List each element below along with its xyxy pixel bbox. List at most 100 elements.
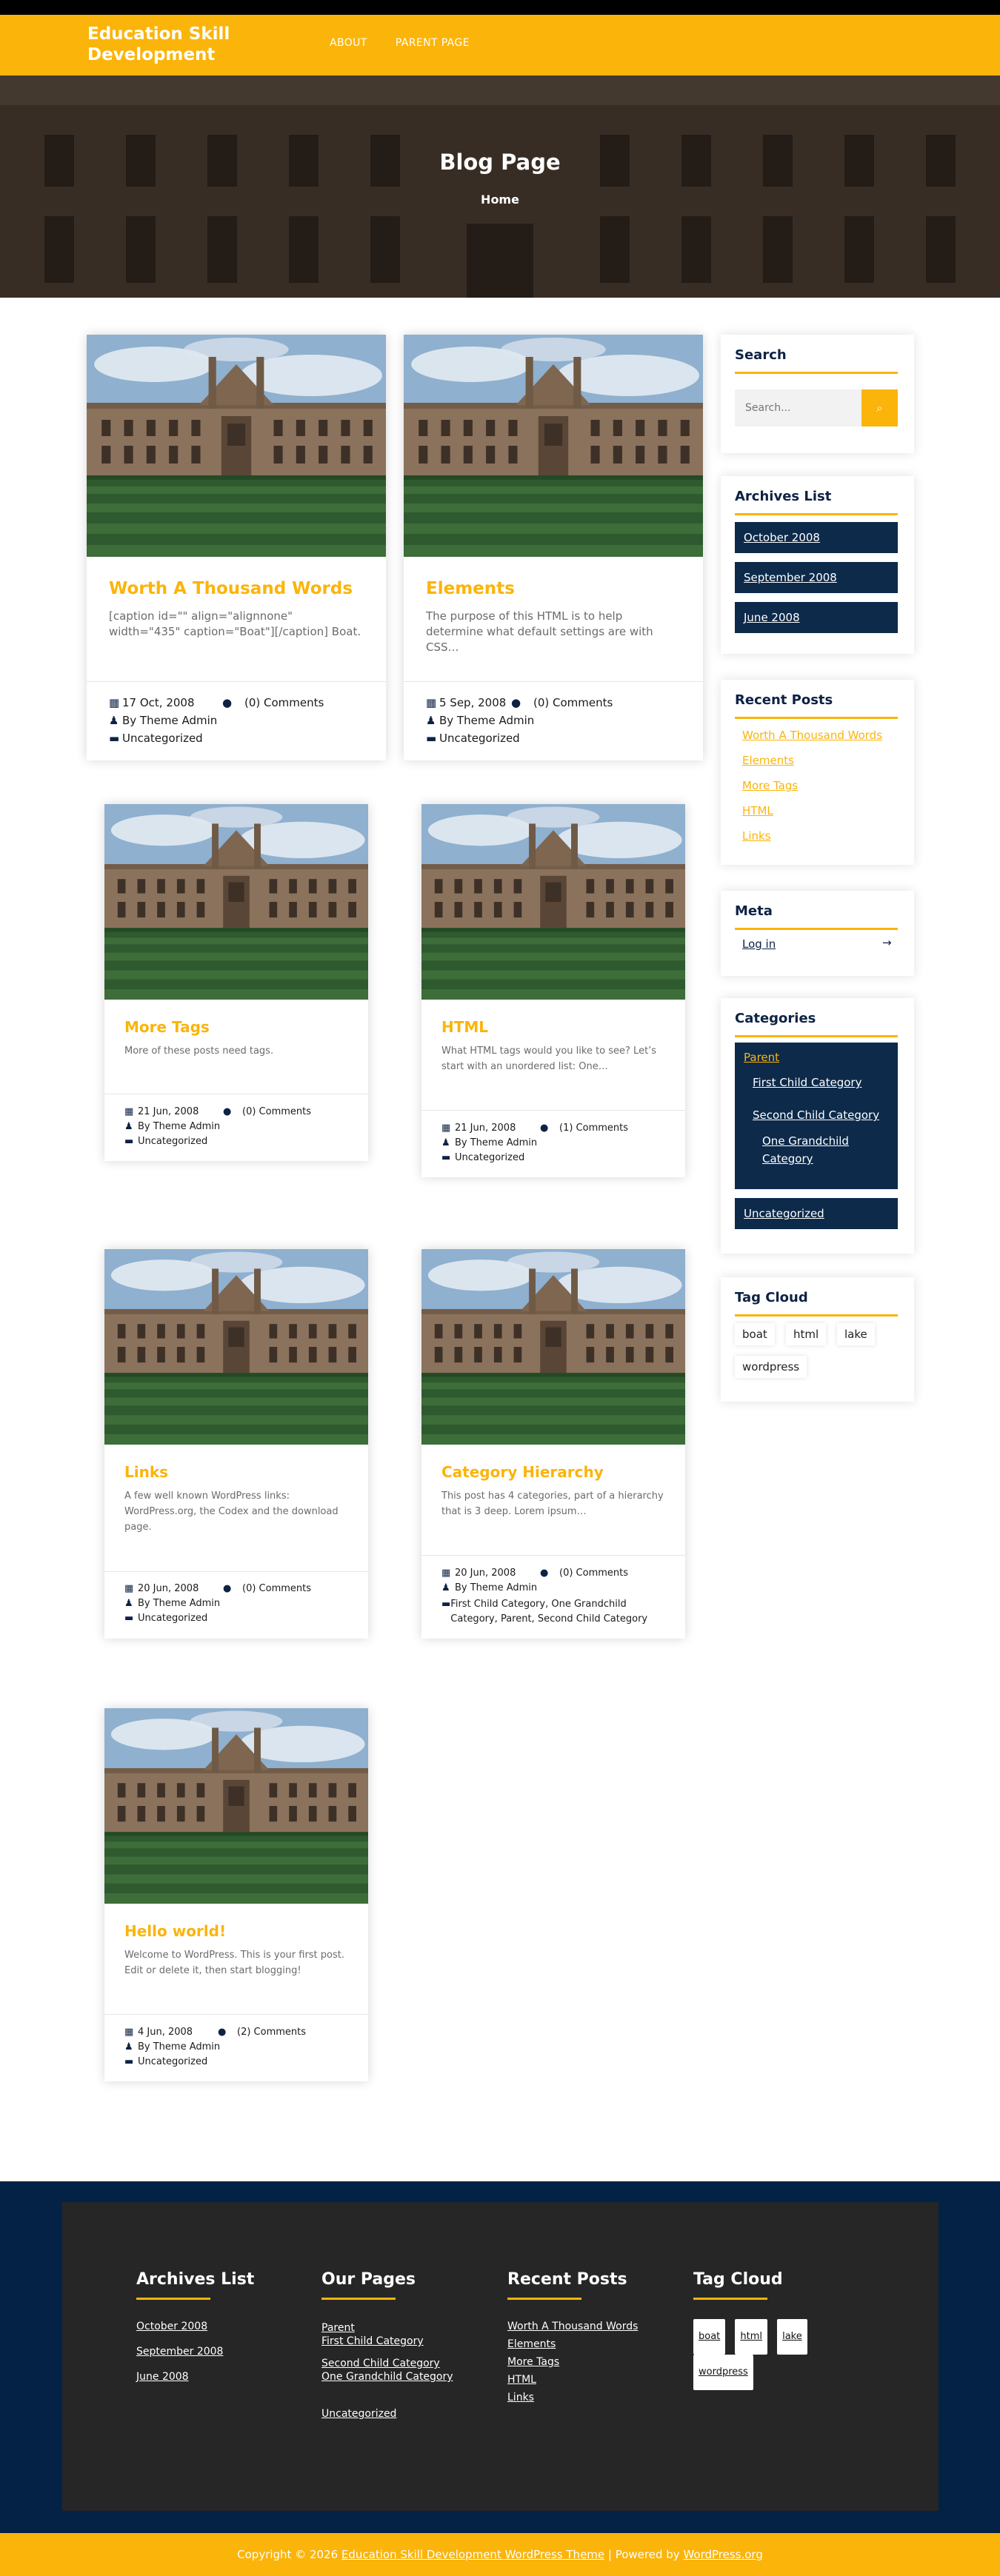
login-link[interactable]: Log in (742, 937, 776, 951)
footer-page-link[interactable]: Parent (321, 2322, 492, 2334)
recent-post-link[interactable]: Worth A Thousand Words (742, 729, 882, 742)
post-title[interactable]: HTML (441, 1018, 488, 1036)
footer-tag-link[interactable]: lake (777, 2319, 807, 2355)
footer-recent-link[interactable]: More Tags (507, 2356, 678, 2368)
category-child[interactable]: First Child Category (753, 1076, 861, 1089)
footer-tag-link[interactable]: html (735, 2319, 767, 2355)
post-date: 17 Oct, 2008 (122, 696, 195, 709)
footer-underline (136, 2298, 210, 2300)
search-icon: ⌕ (876, 401, 883, 415)
user-icon: ♟ (124, 1121, 133, 1132)
divider (404, 681, 703, 682)
page-title: Blog Page (439, 150, 561, 175)
post-category[interactable]: Uncategorized (138, 2056, 207, 2067)
post-title[interactable]: Category Hierarchy (441, 1463, 604, 1481)
post-comments[interactable]: (0) Comments (242, 1106, 311, 1117)
post-comments[interactable]: (2) Comments (237, 2027, 306, 2038)
post-date: 21 Jun, 2008 (455, 1123, 516, 1134)
widget-underline (735, 372, 898, 374)
post-title[interactable]: Links (124, 1463, 168, 1481)
footer-tag-link[interactable]: boat (693, 2319, 726, 2355)
post-thumbnail[interactable] (104, 1708, 368, 1904)
widget-underline (735, 1314, 898, 1317)
post-author[interactable]: By Theme Admin (455, 1137, 537, 1148)
post-author[interactable]: By Theme Admin (138, 1121, 220, 1132)
post-title[interactable]: Worth A Thousand Words (109, 579, 353, 598)
post-thumbnail[interactable] (421, 804, 685, 1000)
post-thumbnail[interactable] (421, 1249, 685, 1445)
post-date: 20 Jun, 2008 (138, 1583, 199, 1594)
post-comments[interactable]: (0) Comments (533, 696, 613, 709)
divider (104, 2014, 368, 2015)
footer-recent-link[interactable]: Worth A Thousand Words (507, 2321, 678, 2332)
footer-recent-link[interactable]: HTML (507, 2374, 678, 2386)
search-input[interactable] (735, 389, 861, 426)
post-category[interactable]: Uncategorized (122, 732, 203, 745)
search-widget: Search ⌕ (721, 335, 914, 453)
footer-archive-link[interactable]: October 2008 (136, 2321, 307, 2332)
breadcrumb[interactable]: Home (0, 193, 1000, 207)
post-card: Links A few well known WordPress links: … (104, 1249, 368, 1639)
post-category[interactable]: Uncategorized (455, 1152, 524, 1163)
footer-tag-link[interactable]: wordpress (693, 2355, 753, 2390)
post-thumbnail[interactable] (104, 1249, 368, 1445)
comments-icon: ● (540, 1123, 549, 1134)
calendar-icon: ▦ (124, 2027, 134, 2038)
wordpress-link[interactable]: WordPress.org (683, 2548, 762, 2561)
post-thumbnail[interactable] (104, 804, 368, 1000)
calendar-icon: ▦ (441, 1123, 451, 1134)
widget-title: Search (735, 347, 787, 363)
search-button[interactable]: ⌕ (861, 389, 898, 426)
nav-about[interactable]: ABOUT (330, 37, 367, 49)
category-parent[interactable]: Parent (744, 1051, 779, 1064)
post-category[interactable]: Uncategorized (138, 1136, 207, 1147)
footer-archive-link[interactable]: June 2008 (136, 2371, 307, 2383)
post-comments[interactable]: (1) Comments (559, 1123, 628, 1134)
archive-item[interactable]: October 2008 (735, 522, 898, 553)
recent-post-link[interactable]: Elements (742, 754, 794, 767)
theme-link[interactable]: Education Skill Development WordPress Th… (341, 2548, 604, 2561)
post-comments[interactable]: (0) Comments (242, 1583, 311, 1594)
post-author[interactable]: By Theme Admin (122, 714, 217, 727)
post-author[interactable]: By Theme Admin (138, 2041, 220, 2053)
footer-page-link[interactable]: First Child Category (321, 2335, 492, 2347)
post-category[interactable]: Uncategorized (439, 732, 520, 745)
meta-widget: Meta Log in → (721, 891, 914, 976)
post-category[interactable]: Uncategorized (138, 1613, 207, 1624)
nav-parent-page[interactable]: PARENT PAGE (396, 37, 470, 49)
calendar-icon: ▦ (109, 696, 120, 709)
archive-item[interactable]: June 2008 (735, 602, 898, 633)
tag-link[interactable]: html (786, 1323, 827, 1345)
footer-recent-link[interactable]: Links (507, 2392, 678, 2403)
footer-page-link[interactable]: Second Child Category (321, 2358, 492, 2369)
recent-post-link[interactable]: HTML (742, 804, 773, 817)
category-grandchild[interactable]: One Grandchild Category (762, 1132, 866, 1168)
post-title[interactable]: Hello world! (124, 1922, 226, 1940)
post-comments[interactable]: (0) Comments (559, 1568, 628, 1579)
post-category[interactable]: First Child Category, One Grandchild Cat… (450, 1597, 664, 1627)
post-author[interactable]: By Theme Admin (439, 714, 534, 727)
footer-page-link[interactable]: One Grandchild Category (321, 2371, 492, 2383)
footer-page-link[interactable]: Uncategorized (321, 2408, 492, 2420)
post-author[interactable]: By Theme Admin (455, 1582, 537, 1593)
tag-link[interactable]: boat (735, 1323, 775, 1345)
site-title[interactable]: Education Skill Development (87, 24, 273, 65)
folder-icon: ▬ (441, 1599, 451, 1610)
category-uncategorized[interactable]: Uncategorized (735, 1198, 898, 1229)
tag-link[interactable]: lake (837, 1323, 875, 1345)
post-title[interactable]: More Tags (124, 1018, 210, 1036)
footer-recent-link[interactable]: Elements (507, 2338, 678, 2350)
post-thumbnail[interactable] (87, 335, 386, 557)
archive-item[interactable]: September 2008 (735, 562, 898, 593)
post-comments[interactable]: (0) Comments (244, 696, 324, 709)
copyright-text: Copyright © 2026 (237, 2548, 341, 2561)
post-author[interactable]: By Theme Admin (138, 1598, 220, 1609)
folder-icon: ▬ (124, 2056, 134, 2067)
post-thumbnail[interactable] (404, 335, 703, 557)
post-title[interactable]: Elements (426, 579, 515, 598)
recent-post-link[interactable]: Links (742, 829, 771, 843)
category-child[interactable]: Second Child Category (753, 1108, 879, 1122)
tag-link[interactable]: wordpress (735, 1356, 807, 1378)
recent-post-link[interactable]: More Tags (742, 779, 798, 792)
footer-archive-link[interactable]: September 2008 (136, 2346, 307, 2358)
